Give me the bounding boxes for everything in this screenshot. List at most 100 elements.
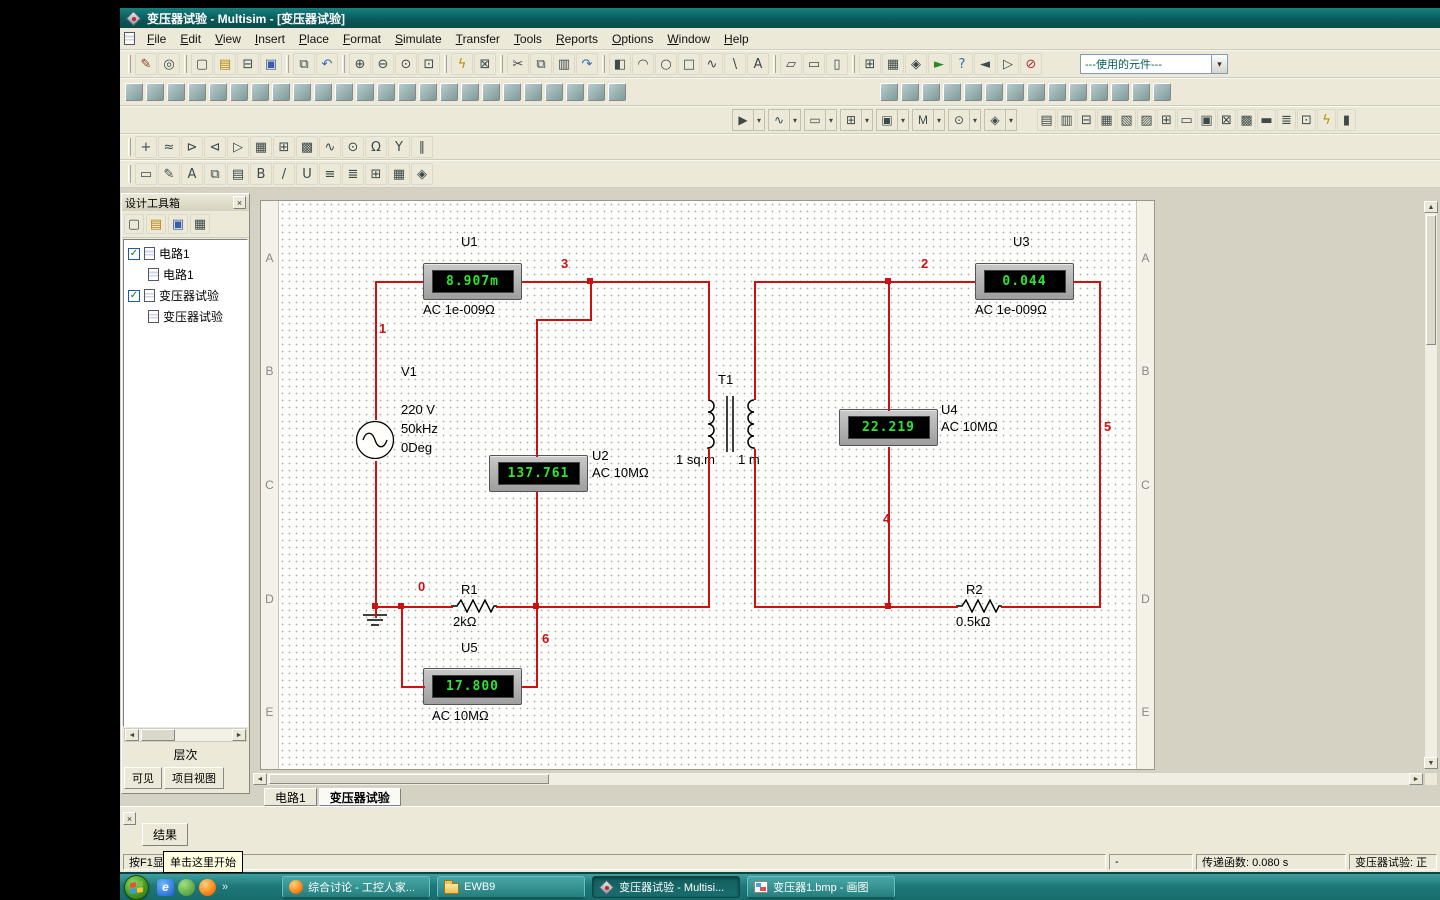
net-number-label[interactable]: 5 [1104,419,1111,434]
mixed-group-button[interactable]: ∿ [319,136,341,158]
wire-segment[interactable] [375,281,377,420]
in-use-component-slot[interactable] [1006,83,1024,101]
wire-segment[interactable] [888,447,890,608]
in-use-component-slot[interactable] [608,83,626,101]
wire-segment[interactable] [522,686,538,688]
firefox-icon[interactable] [199,879,216,896]
in-use-component-slot[interactable] [356,83,374,101]
multimeter-instrument-button[interactable]: ▤ [1037,109,1056,131]
wire-segment[interactable] [496,606,710,608]
oscilloscope-button[interactable]: ▦ [1097,109,1116,131]
component-ref-label[interactable]: V1 [401,364,417,379]
bold-button[interactable]: B [250,163,272,185]
simulate-switch-button[interactable]: ϟ [451,53,473,75]
component-ref-label[interactable]: U1 [461,234,478,249]
text-tool-button[interactable]: A [747,53,769,75]
database-button[interactable]: ◈ [905,53,927,75]
open-file-button[interactable]: ▤ [214,53,236,75]
wire-segment[interactable] [754,449,756,608]
tree-item-circuit1-sheet[interactable]: 电路1 [124,264,247,285]
scroll-down-icon[interactable]: ▼ [1424,757,1438,769]
show-desktop-icon[interactable] [178,879,195,896]
copy-annotation-button[interactable]: ⧉ [204,163,226,185]
menu-item[interactable]: Insert [248,29,292,49]
pencil-annotation-button[interactable]: ✎ [158,163,180,185]
in-use-component-slot[interactable] [1132,83,1150,101]
toolbar-grip[interactable] [773,55,776,73]
dropdown-arrow-icon[interactable]: ▾ [897,110,908,130]
wire-segment[interactable] [708,281,710,400]
sheet-tab-transformer-test[interactable]: 变压器试验 [319,788,401,806]
net-number-label[interactable]: 6 [542,631,549,646]
window-titlebar[interactable]: 变压器试验 - Multisim - [变压器试验] [120,8,1440,28]
toolbox-save-button[interactable]: ▣ [168,214,188,234]
in-use-component-slot[interactable] [251,83,269,101]
function-generator-button[interactable]: ▥ [1057,109,1076,131]
in-use-component-slot[interactable] [335,83,353,101]
component-ref-label[interactable]: R2 [966,582,983,597]
wire-segment[interactable] [708,449,710,608]
multimeter-u5[interactable]: 17.800 [423,668,522,705]
resistor-value-label[interactable]: 0.5kΩ [956,614,990,629]
component-ref-label[interactable]: U4 [941,402,958,417]
component-ref-label[interactable]: T1 [718,372,733,387]
logic-analyzer-button[interactable]: ▣ [1197,109,1216,131]
wire-segment[interactable] [536,319,592,321]
cut-button[interactable]: ✂ [507,53,529,75]
toolbox-open-button[interactable]: ▤ [146,214,166,234]
in-use-list-combobox[interactable]: ---使用的元件--- ▾ [1080,54,1228,74]
toolbar-grip[interactable] [128,165,131,183]
in-use-component-slot[interactable] [419,83,437,101]
wire-segment[interactable] [1073,281,1099,283]
wire-segment[interactable] [1001,606,1101,608]
component-ref-label[interactable]: U5 [461,640,478,655]
toolbox-tab[interactable]: 可见 [124,767,162,789]
word-generator-button[interactable]: ▭ [1177,109,1196,131]
design-toolbox-header[interactable]: 设计工具箱 × [122,194,249,211]
junction-dot[interactable] [885,278,891,284]
fill-color-button[interactable]: ◧ [609,53,631,75]
junction-dot[interactable] [372,603,378,609]
toolbar-grip[interactable] [444,55,447,73]
wire-segment[interactable] [401,686,425,688]
dropdown-arrow-icon[interactable]: ▾ [933,110,944,130]
in-use-component-slot[interactable] [1027,83,1045,101]
menu-item[interactable]: Edit [173,29,208,49]
rf-group-button[interactable]: Y [388,136,410,158]
iv-analyzer-button[interactable]: ▩ [1237,109,1256,131]
multimeter-u1[interactable]: 8.907m [423,263,522,300]
in-use-component-slot[interactable] [377,83,395,101]
multimeter-u4[interactable]: 22.219 [839,409,938,446]
picture-annotation-button[interactable]: ▤ [227,163,249,185]
in-use-component-slot[interactable] [440,83,458,101]
scroll-up-icon[interactable]: ▲ [1424,201,1438,213]
in-use-component-slot[interactable] [503,83,521,101]
menu-item[interactable]: Format [336,29,388,49]
wire-segment[interactable] [522,281,590,283]
menu-item[interactable]: Window [660,29,717,49]
toolbox-tab[interactable]: 项目视图 [164,767,224,789]
scrollbar-thumb[interactable] [141,729,175,741]
dropdown-arrow-icon[interactable]: ▾ [1005,110,1016,130]
line-tool-button[interactable]: \ [724,53,746,75]
net-number-label[interactable]: 3 [561,256,568,271]
start-button[interactable] [124,875,149,900]
dropdown-arrow-icon[interactable]: ▾ [753,110,764,130]
task-ewb9-folder[interactable]: EWB9 [437,876,585,898]
close-toolbox-button[interactable]: × [233,196,246,209]
menu-item[interactable]: Reports [549,29,605,49]
source-voltage-label[interactable]: 220 V [401,402,435,417]
zoom-full-button[interactable]: ⊙ [395,53,417,75]
in-use-component-slot[interactable] [125,83,143,101]
junction-dot[interactable] [398,603,404,609]
task-forum-window[interactable]: 综合讨论 - 工控人家... [282,876,430,898]
wire-segment[interactable] [1099,281,1101,608]
frequency-counter-button[interactable]: ⊞ [1157,109,1176,131]
run-simulation-button[interactable]: ▶ ▾ [732,109,765,131]
toolbar-grip[interactable] [286,55,289,73]
transfer-button[interactable]: ► [928,53,950,75]
in-use-component-slot[interactable] [1069,83,1087,101]
in-use-component-slot[interactable] [188,83,206,101]
combo-dropdown-icon[interactable]: ▾ [1211,55,1227,73]
in-use-component-slot[interactable] [985,83,1003,101]
